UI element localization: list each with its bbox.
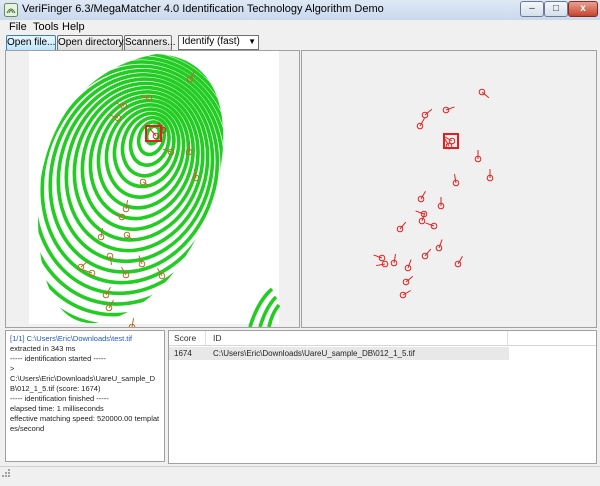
- chevron-down-icon: ▼: [248, 37, 256, 46]
- matched-minutia: [437, 197, 445, 210]
- matched-minutiae-overlay: [373, 88, 494, 299]
- log-line: elapsed time: 1 milliseconds: [10, 404, 104, 413]
- matched-minutia: [486, 169, 494, 182]
- maximize-button[interactable]: □: [544, 1, 568, 17]
- results-header: Score ID: [169, 331, 596, 346]
- column-header-id[interactable]: ID: [213, 333, 222, 343]
- window-title: VeriFinger 6.3/MegaMatcher 4.0 Identific…: [22, 3, 384, 15]
- minutiae-plot: [373, 88, 494, 299]
- menu-tools[interactable]: Tools: [33, 21, 59, 33]
- matched-minutia: [421, 248, 432, 260]
- matched-minutia: [421, 108, 433, 119]
- fingerprint-image-panel[interactable]: [5, 50, 300, 328]
- open-file-button[interactable]: Open file...: [6, 35, 56, 51]
- matched-minutia: [452, 174, 460, 187]
- matched-minutia: [376, 260, 389, 268]
- fingerprint-image: [37, 54, 281, 327]
- fingerprint-corner-ridges: [248, 287, 281, 327]
- column-divider[interactable]: [507, 331, 508, 345]
- close-button[interactable]: x: [568, 1, 598, 17]
- mode-select-value: Identify (fast): [182, 36, 240, 47]
- matched-minutia: [454, 255, 463, 268]
- log-line: ----- identification finished -----: [10, 394, 109, 403]
- resize-grip-icon[interactable]: [0, 467, 10, 477]
- mode-select[interactable]: Identify (fast) ▼: [178, 35, 259, 50]
- id-cell: C:\Users\Eric\Downloads\UareU_sample_DB\…: [213, 349, 415, 358]
- fingerprint-minutia: [128, 318, 136, 327]
- matched-minutia: [399, 290, 412, 299]
- column-divider[interactable]: [205, 331, 206, 345]
- log-panel: [1/1] C:\Users\Eric\Downloads\test.tif e…: [5, 330, 165, 462]
- menu-help[interactable]: Help: [62, 21, 85, 33]
- score-cell: 1674: [174, 349, 192, 358]
- log-line: extracted in 343 ms: [10, 344, 76, 353]
- toolbar: Open file... Open directory... Scanners.…: [0, 35, 600, 51]
- matched-minutia: [396, 221, 407, 233]
- fingerprint-ridges: [37, 54, 224, 324]
- log-file-link[interactable]: [1/1] C:\Users\Eric\Downloads\test.tif: [10, 334, 160, 344]
- matched-minutia: [435, 239, 443, 252]
- log-line: ----- identification started -----: [10, 354, 106, 363]
- log-line: >: [10, 364, 15, 373]
- fingerprint-app-icon: [4, 3, 18, 17]
- matched-minutia: [416, 117, 425, 130]
- column-header-score[interactable]: Score: [174, 333, 196, 343]
- status-bar: [0, 466, 600, 486]
- table-row[interactable]: 1674 C:\Users\Eric\Downloads\UareU_sampl…: [169, 347, 509, 360]
- matched-minutia: [390, 254, 398, 267]
- menu-file[interactable]: File: [9, 21, 27, 33]
- log-line: effective matching speed: 520000.00 temp…: [10, 414, 160, 433]
- matched-minutia: [404, 259, 412, 272]
- scanners-button[interactable]: Scanners...: [124, 35, 176, 51]
- open-directory-button[interactable]: Open directory...: [57, 35, 131, 51]
- matched-minutia: [418, 212, 426, 225]
- matched-template-panel[interactable]: [301, 50, 597, 328]
- matched-minutia: [417, 190, 426, 203]
- matched-minutia: [402, 275, 414, 286]
- matched-minutia: [373, 254, 386, 262]
- title-bar: VeriFinger 6.3/MegaMatcher 4.0 Identific…: [0, 0, 600, 21]
- matched-minutia: [478, 88, 490, 99]
- log-line: C:\Users\Eric\Downloads\UareU_sample_DB\…: [10, 374, 156, 393]
- matched-minutia: [442, 106, 455, 114]
- results-table: Score ID 1674 C:\Users\Eric\Downloads\Ua…: [168, 330, 597, 464]
- minimize-button[interactable]: –: [520, 1, 544, 17]
- matched-minutia: [474, 150, 482, 163]
- matched-minutia: [425, 222, 438, 230]
- menu-bar: File Tools Help: [0, 20, 600, 35]
